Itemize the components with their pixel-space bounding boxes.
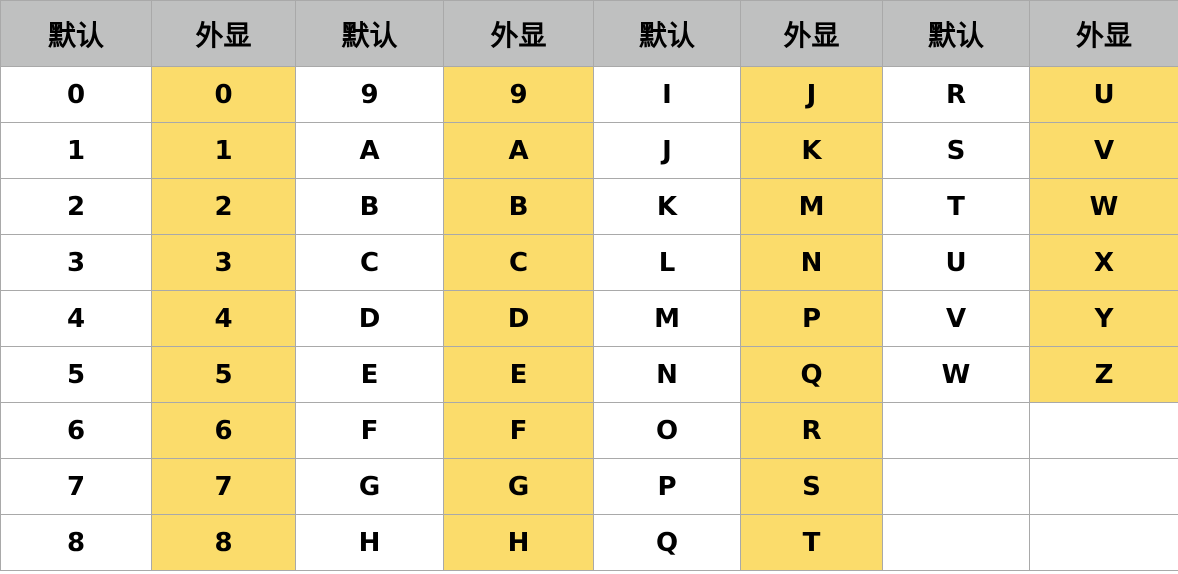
default-cell: W	[882, 346, 1030, 403]
display-cell: 4	[151, 290, 296, 347]
default-cell: R	[882, 66, 1030, 123]
display-cell: D	[443, 290, 594, 347]
table-row: 4 4 D D M P V Y	[0, 290, 1178, 347]
table-row: 1 1 A A J K S V	[0, 122, 1178, 179]
default-cell: 2	[0, 178, 152, 235]
default-cell: A	[295, 122, 444, 179]
header-display: 外显	[740, 0, 883, 67]
header-row: 默认 外显 默认 外显 默认 外显 默认 外显	[0, 0, 1178, 67]
default-cell: I	[593, 66, 741, 123]
default-cell: H	[295, 514, 444, 571]
table-row: 7 7 G G P S	[0, 458, 1178, 515]
display-cell: 5	[151, 346, 296, 403]
empty-cell	[1029, 402, 1178, 459]
display-cell: 3	[151, 234, 296, 291]
table-row: 5 5 E E N Q W Z	[0, 346, 1178, 403]
table-row: 8 8 H H Q T	[0, 514, 1178, 571]
display-cell: P	[740, 290, 883, 347]
table-row: 3 3 C C L N U X	[0, 234, 1178, 291]
default-cell: J	[593, 122, 741, 179]
default-cell: 8	[0, 514, 152, 571]
display-cell: N	[740, 234, 883, 291]
header-display: 外显	[443, 0, 594, 67]
default-cell: T	[882, 178, 1030, 235]
display-cell: F	[443, 402, 594, 459]
display-cell: S	[740, 458, 883, 515]
display-cell: J	[740, 66, 883, 123]
default-cell: 7	[0, 458, 152, 515]
display-cell: 6	[151, 402, 296, 459]
display-cell: Q	[740, 346, 883, 403]
character-mapping-table: 默认 外显 默认 外显 默认 外显 默认 外显 0 0 9 9 I J R U …	[0, 0, 1178, 571]
default-cell: V	[882, 290, 1030, 347]
default-cell: S	[882, 122, 1030, 179]
display-cell: 7	[151, 458, 296, 515]
default-cell: 3	[0, 234, 152, 291]
empty-cell	[1029, 458, 1178, 515]
display-cell: K	[740, 122, 883, 179]
default-cell: N	[593, 346, 741, 403]
default-cell: F	[295, 402, 444, 459]
display-cell: Y	[1029, 290, 1178, 347]
display-cell: E	[443, 346, 594, 403]
header-default: 默认	[882, 0, 1030, 67]
default-cell: 6	[0, 402, 152, 459]
default-cell: C	[295, 234, 444, 291]
default-cell: Q	[593, 514, 741, 571]
default-cell: P	[593, 458, 741, 515]
display-cell: B	[443, 178, 594, 235]
default-cell: K	[593, 178, 741, 235]
default-cell: E	[295, 346, 444, 403]
display-cell: V	[1029, 122, 1178, 179]
table-row: 2 2 B B K M T W	[0, 178, 1178, 235]
default-cell: U	[882, 234, 1030, 291]
header-default: 默认	[0, 0, 152, 67]
header-default: 默认	[295, 0, 444, 67]
default-cell: L	[593, 234, 741, 291]
default-cell: B	[295, 178, 444, 235]
header-display: 外显	[1029, 0, 1178, 67]
table-row: 6 6 F F O R	[0, 402, 1178, 459]
empty-cell	[882, 514, 1030, 571]
display-cell: H	[443, 514, 594, 571]
table-row: 0 0 9 9 I J R U	[0, 66, 1178, 123]
display-cell: 1	[151, 122, 296, 179]
display-cell: T	[740, 514, 883, 571]
display-cell: C	[443, 234, 594, 291]
display-cell: M	[740, 178, 883, 235]
display-cell: 9	[443, 66, 594, 123]
default-cell: 9	[295, 66, 444, 123]
empty-cell	[882, 402, 1030, 459]
display-cell: R	[740, 402, 883, 459]
display-cell: Z	[1029, 346, 1178, 403]
empty-cell	[882, 458, 1030, 515]
default-cell: 1	[0, 122, 152, 179]
default-cell: 0	[0, 66, 152, 123]
display-cell: 8	[151, 514, 296, 571]
display-cell: A	[443, 122, 594, 179]
header-display: 外显	[151, 0, 296, 67]
default-cell: D	[295, 290, 444, 347]
display-cell: W	[1029, 178, 1178, 235]
display-cell: G	[443, 458, 594, 515]
default-cell: 5	[0, 346, 152, 403]
display-cell: 0	[151, 66, 296, 123]
default-cell: O	[593, 402, 741, 459]
display-cell: X	[1029, 234, 1178, 291]
display-cell: U	[1029, 66, 1178, 123]
header-default: 默认	[593, 0, 741, 67]
default-cell: 4	[0, 290, 152, 347]
default-cell: M	[593, 290, 741, 347]
default-cell: G	[295, 458, 444, 515]
empty-cell	[1029, 514, 1178, 571]
display-cell: 2	[151, 178, 296, 235]
